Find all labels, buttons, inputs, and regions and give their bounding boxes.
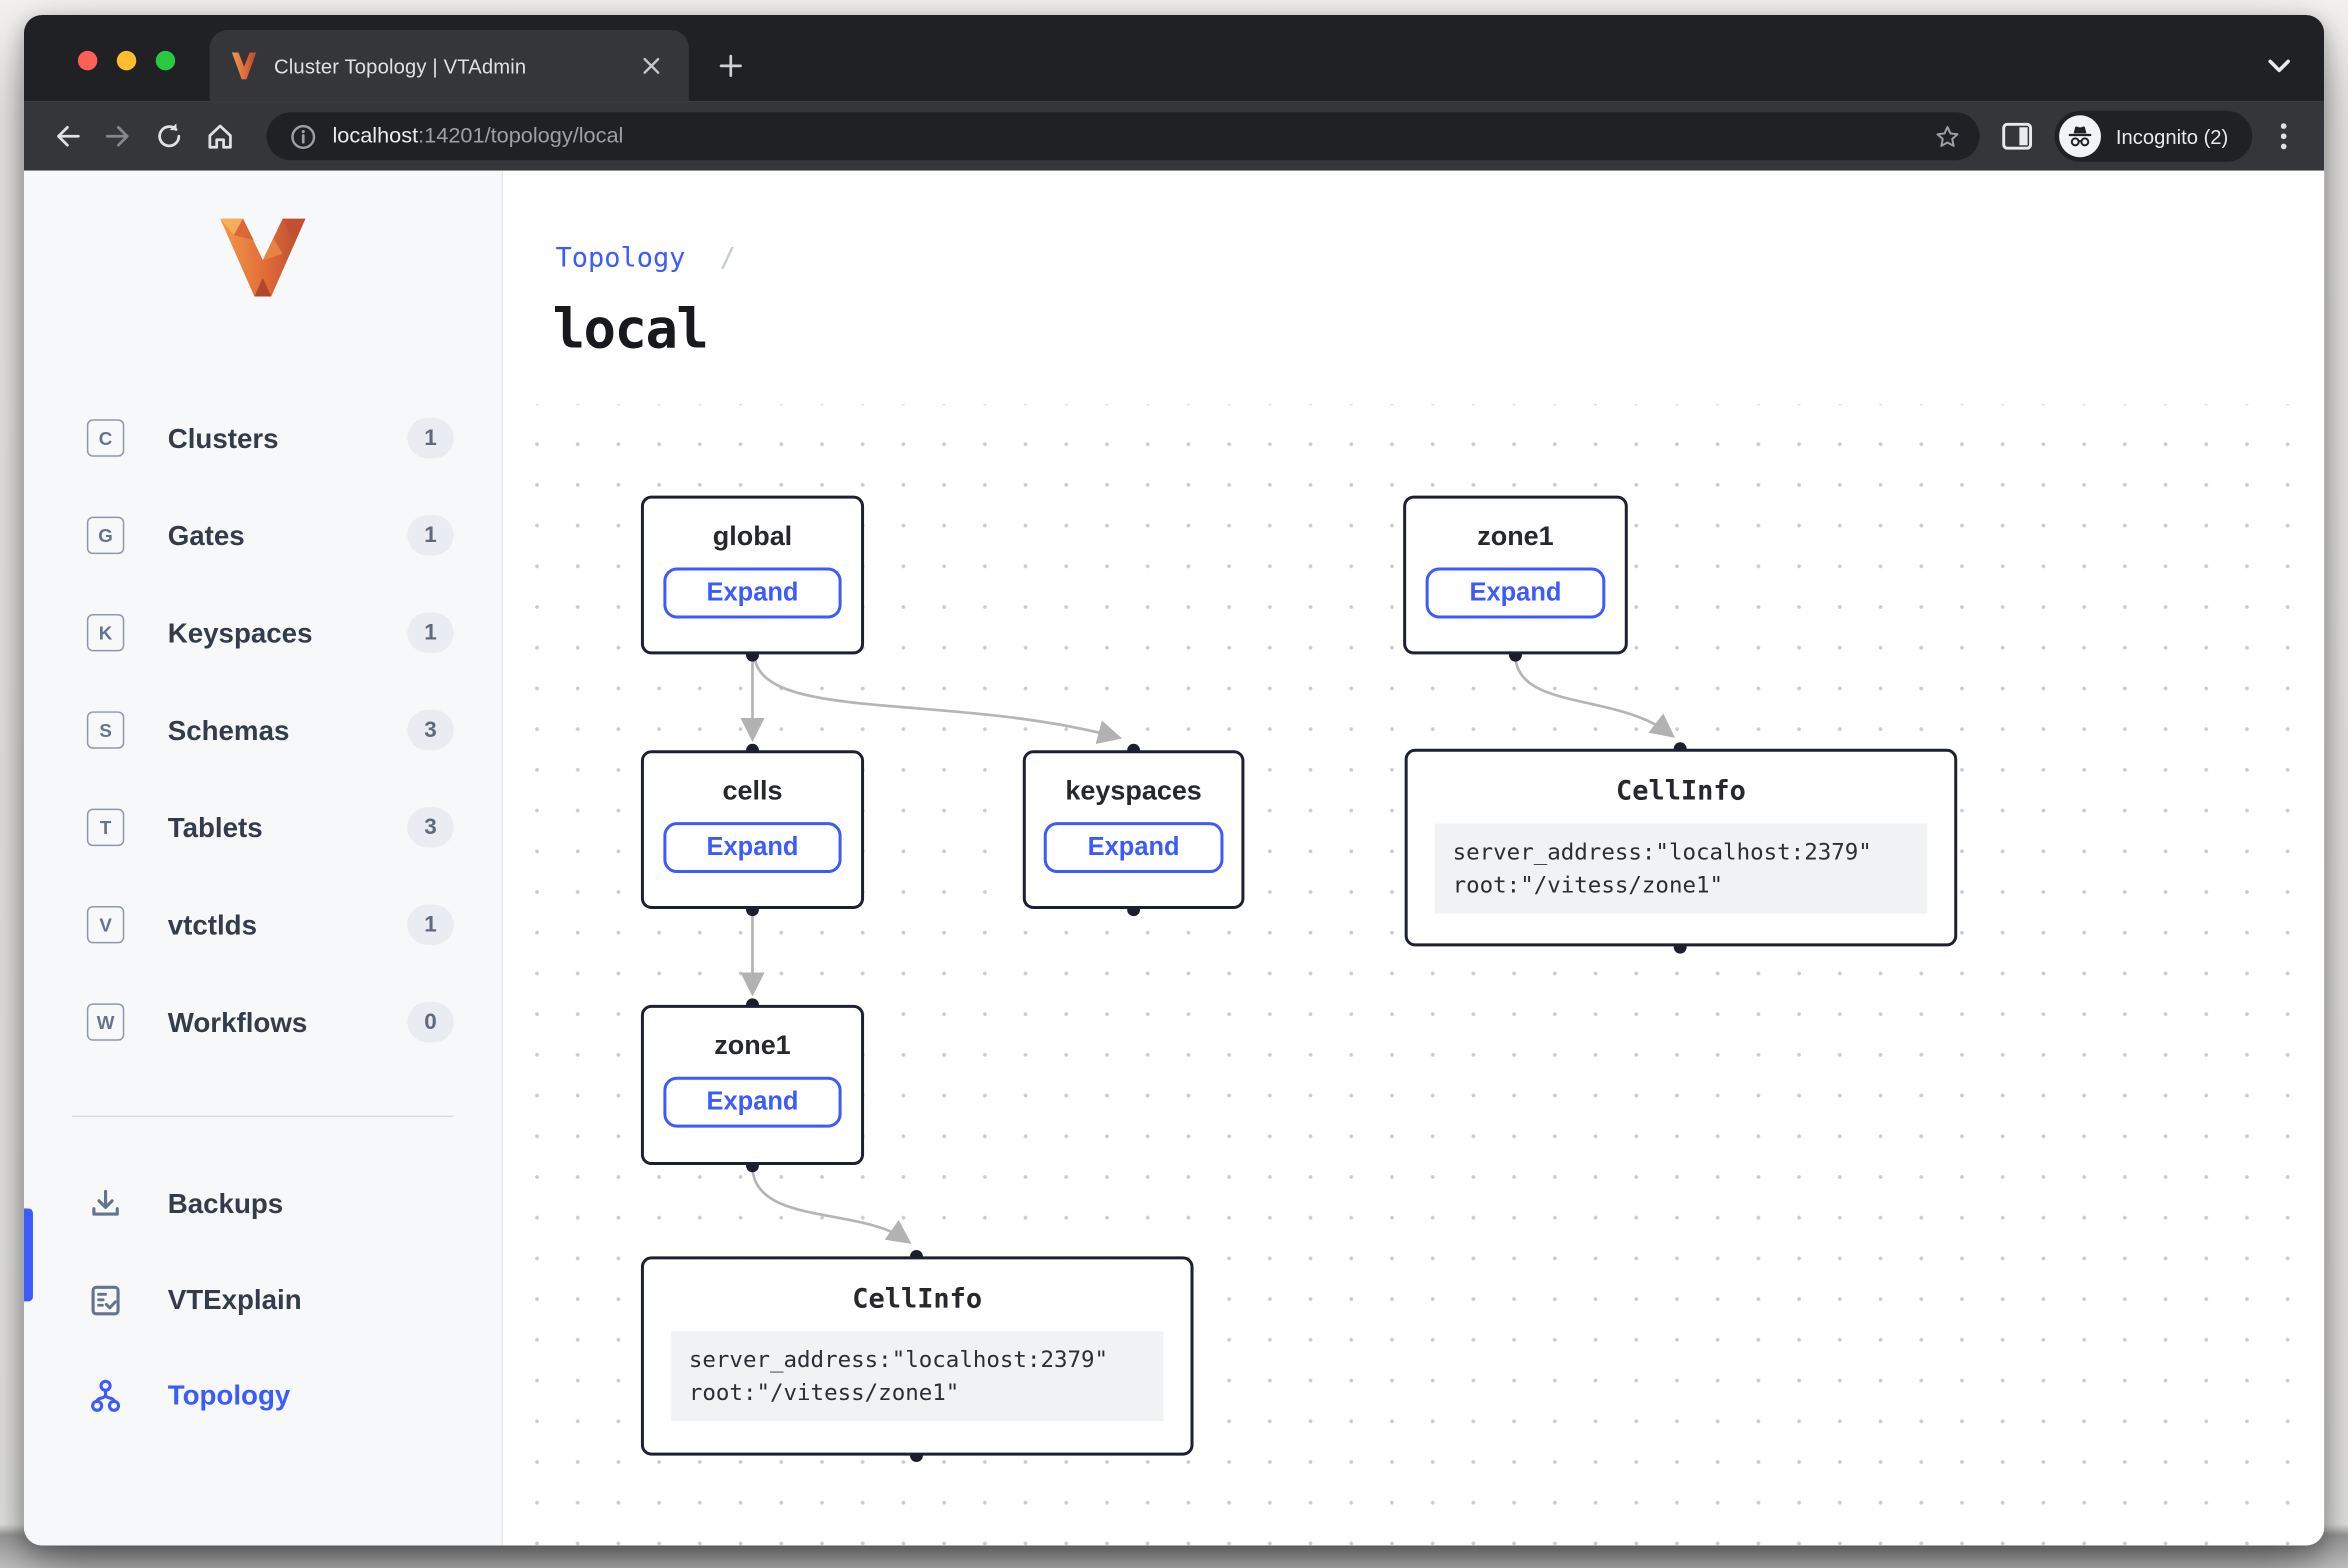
url-host: localhost [332,124,418,148]
minimize-window-button[interactable] [117,51,136,70]
node-title: cells [644,776,861,807]
sidebar-item-label: Backups [168,1188,283,1221]
download-icon [87,1185,124,1222]
sidebar-item-workflows[interactable]: W Workflows 0 [24,973,502,1070]
schemas-letter-icon: S [87,711,124,748]
browser-window: Cluster Topology | VTAdmin [24,15,2324,1545]
node-title: CellInfo [1408,776,1955,807]
graph-node-keyspaces[interactable]: keyspaces Expand [1023,750,1245,909]
sidebar-item-label: vtctlds [168,908,408,941]
sidebar: C Clusters 1 G Gates 1 K Keyspaces 1 [24,171,503,1546]
graph-node-zone1-root[interactable]: zone1 Expand [1403,496,1628,655]
sidebar-item-vtexplain[interactable]: VTExplain [24,1252,502,1348]
document-check-icon [87,1281,124,1318]
graph-node-zone1-cell[interactable]: zone1 Expand [641,1005,864,1165]
expand-button[interactable]: Expand [1044,822,1223,873]
incognito-avatar-icon [2059,115,2101,157]
browser-menu-kebab-icon[interactable] [2261,114,2306,159]
vtadmin-page: C Clusters 1 G Gates 1 K Keyspaces 1 [24,171,2324,1546]
sidebar-item-label: Clusters [168,422,408,455]
count-badge: 0 [407,1002,453,1042]
graph-node-cells[interactable]: cells Expand [641,750,864,909]
sidebar-item-label: Tablets [168,811,408,844]
tab-close-icon[interactable] [635,49,668,82]
url-text: localhost:14201/topology/local [332,124,1928,148]
node-title: zone1 [1406,521,1625,552]
tab-title: Cluster Topology | VTAdmin [274,55,635,77]
main-content: Topology / local [503,171,2324,1546]
url-bar[interactable]: localhost:14201/topology/local [267,112,1980,160]
url-path: :14201/topology/local [418,124,623,148]
home-icon[interactable] [195,111,246,162]
breadcrumb: Topology / [556,243,736,274]
count-badge: 1 [407,515,453,555]
node-title: global [644,521,861,552]
count-badge: 1 [407,904,453,944]
node-title: CellInfo [644,1283,1191,1314]
tablets-letter-icon: T [87,809,124,846]
maximize-window-button[interactable] [156,51,175,70]
bookmark-star-icon[interactable] [1929,117,1968,156]
cellinfo-code: server_address:"localhost:2379" root:"/v… [1435,824,1928,914]
forward-icon[interactable] [93,111,144,162]
graph-node-cellinfo-bottom[interactable]: CellInfo server_address:"localhost:2379"… [641,1256,1194,1455]
close-window-button[interactable] [78,51,97,70]
sidebar-item-keyspaces[interactable]: K Keyspaces 1 [24,584,502,681]
browser-toolbar: localhost:14201/topology/local [24,102,2324,171]
back-icon[interactable] [42,111,93,162]
node-title: keyspaces [1026,776,1242,807]
expand-button[interactable]: Expand [663,1077,842,1128]
side-panel-icon[interactable] [1992,111,2043,162]
node-title: zone1 [644,1030,861,1061]
profile-pill[interactable]: Incognito (2) [2054,111,2252,162]
vtctlds-letter-icon: V [87,906,124,943]
graph-node-cellinfo-right[interactable]: CellInfo server_address:"localhost:2379"… [1405,749,1958,947]
vitess-logo [220,219,305,297]
sidebar-item-label: Gates [168,519,408,552]
vitess-favicon-icon [231,52,258,79]
expand-button[interactable]: Expand [1426,568,1605,619]
sidebar-item-topology[interactable]: Topology [24,1348,502,1444]
sidebar-item-label: Workflows [168,1006,408,1039]
count-badge: 1 [407,418,453,458]
sidebar-item-schemas[interactable]: S Schemas 3 [24,681,502,778]
tab-search-chevron-icon[interactable] [2261,48,2297,84]
sidebar-item-label: Schemas [168,714,408,747]
sidebar-item-clusters[interactable]: C Clusters 1 [24,389,502,486]
count-badge: 1 [407,612,453,652]
sidebar-item-gates[interactable]: G Gates 1 [24,487,502,584]
sidebar-item-vtctlds[interactable]: V vtctlds 1 [24,876,502,973]
active-nav-indicator [24,1208,33,1301]
clusters-letter-icon: C [87,419,124,456]
tab-strip: Cluster Topology | VTAdmin [24,15,2324,102]
count-badge: 3 [407,807,453,847]
cellinfo-code: server_address:"localhost:2379" root:"/v… [671,1331,1164,1421]
sidebar-nav: C Clusters 1 G Gates 1 K Keyspaces 1 [24,389,502,1070]
sidebar-item-label: VTExplain [168,1283,302,1316]
count-badge: 3 [407,710,453,750]
page-title: local [553,300,708,361]
graph-node-global[interactable]: global Expand [641,496,864,655]
topology-canvas[interactable]: global Expand zone1 Expand cells Expand [503,404,2324,1545]
sidebar-item-label: Keyspaces [168,616,408,649]
breadcrumb-separator: / [720,243,736,274]
site-info-icon[interactable] [285,118,321,154]
expand-button[interactable]: Expand [663,568,842,619]
sidebar-item-label: Topology [168,1379,291,1412]
breadcrumb-topology-link[interactable]: Topology [556,243,686,274]
traffic-lights [78,51,175,70]
topology-icon [87,1377,124,1414]
sidebar-item-tablets[interactable]: T Tablets 3 [24,779,502,876]
workflows-letter-icon: W [87,1003,124,1040]
expand-button[interactable]: Expand [663,822,842,873]
new-tab-button[interactable] [710,45,752,87]
incognito-label: Incognito (2) [2116,125,2228,147]
sidebar-item-backups[interactable]: Backups [24,1156,502,1252]
browser-tab[interactable]: Cluster Topology | VTAdmin [210,30,689,102]
gates-letter-icon: G [87,517,124,554]
reload-icon[interactable] [144,111,195,162]
keyspaces-letter-icon: K [87,614,124,651]
sidebar-divider [72,1116,454,1117]
